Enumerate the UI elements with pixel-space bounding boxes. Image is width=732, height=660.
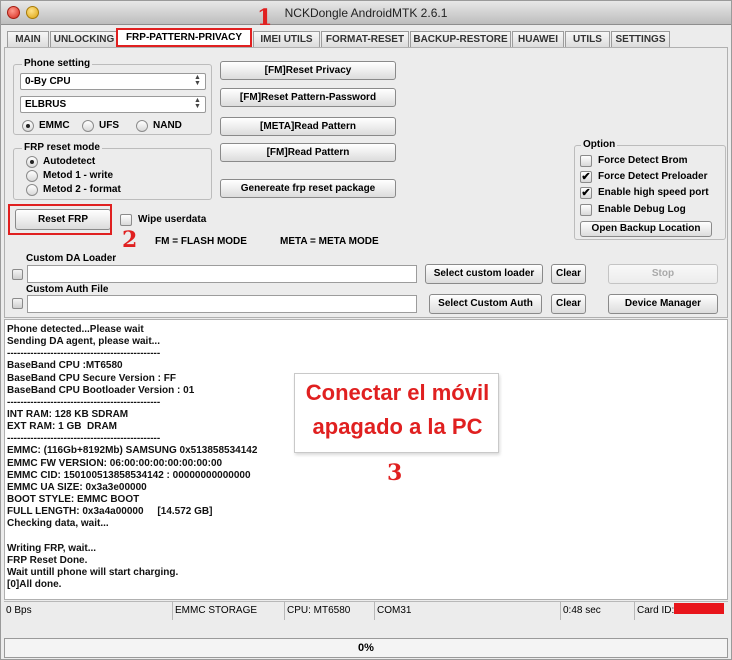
auth-file-toggle-icon[interactable] (12, 298, 23, 309)
radio-off-icon (136, 120, 148, 132)
flash-mode-legend: FM = FLASH MODE (155, 236, 247, 247)
cpu-select[interactable]: 0-By CPU ▲ ▼ (20, 73, 206, 90)
da-loader-toggle-icon[interactable] (12, 269, 23, 280)
progress-bar: 0% (4, 638, 728, 658)
status-speed: 0 Bps (4, 602, 173, 620)
status-port: COM31 (375, 602, 561, 620)
clear-auth-file-button[interactable]: Clear (551, 294, 586, 314)
radio-emmc[interactable]: EMMC (22, 120, 70, 133)
log-line: EMMC FW VERSION: 06:00:00:00:00:00:00:00 (7, 457, 223, 469)
radio-autodetect[interactable]: Autodetect (26, 156, 95, 169)
step-marker-1: 1 (257, 5, 273, 31)
log-line: BaseBand CPU :MT6580 (7, 360, 123, 372)
app-window: NCKDongle AndroidMTK 2.6.1 MAIN UNLOCKIN… (0, 0, 732, 660)
tab-backup-restore[interactable]: BACKUP-RESTORE (410, 31, 511, 47)
tab-utils[interactable]: UTILS (565, 31, 610, 47)
instruction-callout: Conectar el móvil apagado a la PC (294, 373, 499, 453)
select-arrows-icon: ▲ ▼ (194, 97, 201, 110)
tab-frp-pattern-privacy[interactable]: FRP-PATTERN-PRIVACY (116, 28, 252, 47)
stop-button[interactable]: Stop (608, 264, 718, 284)
radio-ufs[interactable]: UFS (82, 120, 119, 133)
log-line: [0]All done. (7, 578, 62, 590)
phone-setting-group: Phone setting 0-By CPU ▲ ▼ ELBRUS ▲ ▼ EMMC… (13, 58, 212, 135)
radio-metod-2[interactable]: Metod 2 - format (26, 184, 121, 197)
checkbox-off-icon (580, 204, 592, 216)
window-title: NCKDongle AndroidMTK 2.6.1 (284, 6, 448, 20)
radio-off-icon (26, 184, 38, 196)
log-line: Wait untill phone will start charging. (7, 566, 179, 578)
step-marker-3: 3 (387, 460, 403, 486)
progress-label: 0% (358, 642, 374, 654)
open-backup-location-button[interactable]: Open Backup Location (580, 221, 712, 237)
log-line: Sending DA agent, please wait... (7, 336, 160, 348)
meta-read-pattern-button[interactable]: [META]Read Pattern (220, 117, 396, 136)
frp-reset-mode-group: FRP reset mode Autodetect Metod 1 - writ… (13, 142, 212, 200)
meta-mode-legend: META = META MODE (280, 236, 379, 247)
option-title: Option (581, 139, 618, 150)
checkmark-icon: ✔ (580, 187, 592, 199)
cpu-select-value: 0-By CPU (25, 76, 71, 87)
select-arrows-icon: ▲ ▼ (194, 74, 201, 87)
radio-off-icon (26, 170, 38, 182)
status-bar: 0 Bps EMMC STORAGE CPU: MT6580 COM31 0:4… (4, 601, 728, 620)
model-select-value: ELBRUS (25, 99, 67, 110)
card-id-redaction (674, 603, 724, 614)
callout-line-2: apagado a la PC (312, 414, 483, 439)
enable-high-speed-port-checkbox[interactable]: ✔ Enable high speed port (580, 187, 709, 200)
custom-da-loader-label: Custom DA Loader (26, 253, 117, 264)
force-detect-brom-checkbox[interactable]: Force Detect Brom (580, 155, 687, 168)
log-line: EMMC UA SIZE: 0x3a3e00000 (7, 481, 147, 493)
log-line: Writing FRP, wait... (7, 542, 97, 554)
fm-read-pattern-button[interactable]: [FM]Read Pattern (220, 143, 396, 162)
wipe-userdata-checkbox[interactable]: Wipe userdata (120, 214, 206, 227)
log-line: Phone detected...Please wait (7, 324, 144, 335)
checkbox-off-icon (580, 155, 592, 167)
callout-line-1: Conectar el móvil (305, 380, 490, 405)
checkmark-icon: ✔ (580, 171, 592, 183)
tab-format-reset[interactable]: FORMAT-RESET (321, 31, 409, 47)
enable-debug-log-checkbox[interactable]: Enable Debug Log (580, 204, 686, 217)
select-custom-loader-button[interactable]: Select custom loader (425, 264, 543, 284)
radio-nand[interactable]: NAND (136, 120, 182, 133)
frp-tab-panel: Phone setting 0-By CPU ▲ ▼ ELBRUS ▲ ▼ EMMC… (4, 47, 728, 318)
reset-pattern-password-button[interactable]: [FM]Reset Pattern-Password (220, 88, 396, 107)
option-group: Option Force Detect Brom ✔ Force Detect P… (574, 139, 726, 240)
log-line: ----------------------------------------… (7, 348, 161, 360)
radio-metod-1[interactable]: Metod 1 - write (26, 170, 113, 183)
status-time: 0:48 sec (561, 602, 635, 620)
force-detect-preloader-checkbox[interactable]: ✔ Force Detect Preloader (580, 171, 708, 184)
radio-off-icon (82, 120, 94, 132)
log-output[interactable]: Phone detected...Please wait Sending DA … (4, 319, 728, 600)
custom-auth-file-label: Custom Auth File (26, 284, 109, 295)
status-cpu: CPU: MT6580 (285, 602, 375, 620)
phone-setting-title: Phone setting (22, 58, 93, 69)
radio-on-icon (26, 156, 38, 168)
frp-reset-mode-title: FRP reset mode (22, 142, 102, 153)
device-manager-button[interactable]: Device Manager (608, 294, 718, 314)
tab-settings[interactable]: SETTINGS (611, 31, 670, 47)
select-custom-auth-button[interactable]: Select Custom Auth (429, 294, 542, 314)
step-marker-2: 2 (122, 227, 138, 253)
custom-da-loader-field[interactable] (27, 265, 417, 283)
custom-auth-file-field[interactable] (27, 295, 417, 313)
title-bar: NCKDongle AndroidMTK 2.6.1 (1, 1, 731, 25)
log-line: Checking data, wait... (7, 518, 109, 530)
model-select[interactable]: ELBRUS ▲ ▼ (20, 96, 206, 113)
reset-frp-highlight-frame (8, 204, 112, 235)
tab-imei-utils[interactable]: IMEI UTILS (253, 31, 320, 47)
generate-frp-package-button[interactable]: Genereate frp reset package (220, 179, 396, 198)
log-line: BOOT STYLE: EMMC BOOT (7, 493, 140, 505)
clear-da-loader-button[interactable]: Clear (551, 264, 586, 284)
checkbox-off-icon (120, 214, 132, 226)
status-storage: EMMC STORAGE (173, 602, 285, 620)
radio-on-icon (22, 120, 34, 132)
log-line: FULL LENGTH: 0x3a4a00000 [14.572 GB] (7, 506, 213, 518)
tab-huawei[interactable]: HUAWEI (512, 31, 564, 47)
reset-privacy-button[interactable]: [FM]Reset Privacy (220, 61, 396, 80)
tab-unlocking[interactable]: UNLOCKING (50, 31, 118, 47)
tab-main[interactable]: MAIN (7, 31, 49, 47)
log-line: FRP Reset Done. (7, 554, 88, 566)
log-line: EMMC CID: 150100513858534142 : 000000000… (7, 469, 251, 481)
